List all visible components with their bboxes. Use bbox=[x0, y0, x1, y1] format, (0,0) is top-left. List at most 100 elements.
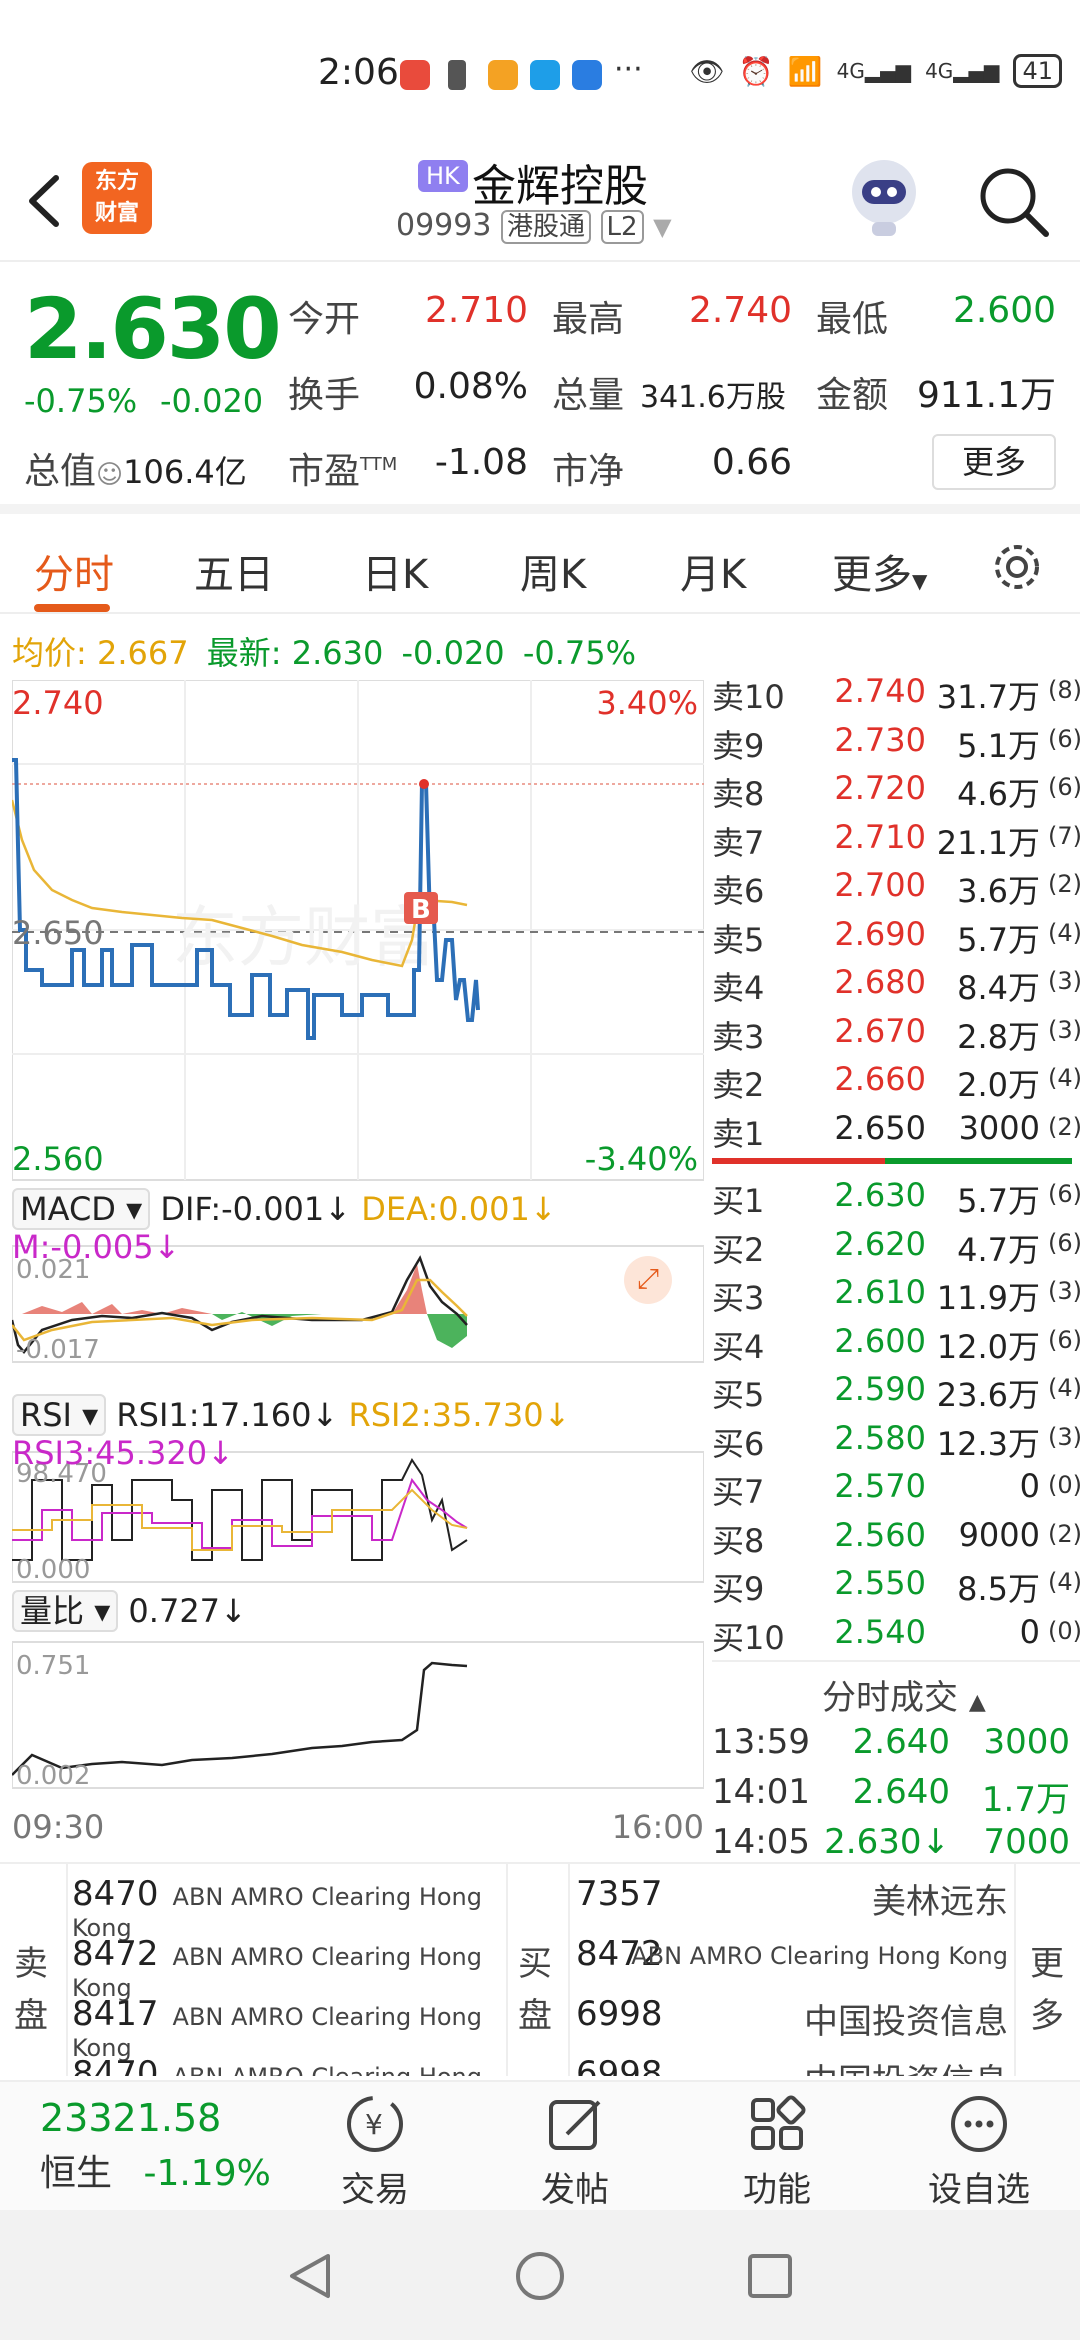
avg-price-bar: 均价: 2.667 最新: 2.630 -0.020 -0.75% bbox=[12, 628, 636, 674]
bid-row[interactable]: 买10 2.540 0 (0) bbox=[712, 1613, 1080, 1661]
open-value: 2.710 bbox=[424, 290, 528, 331]
macd-y-bottom: -0.017 bbox=[16, 1335, 100, 1365]
macd-select[interactable]: MACD ▾ bbox=[12, 1188, 151, 1230]
expand-icon[interactable]: ⤢ bbox=[624, 1256, 672, 1304]
high-label: 最高 bbox=[552, 299, 625, 340]
ask-row[interactable]: 卖6 2.700 3.6万 (2) bbox=[712, 866, 1080, 914]
rsi-select[interactable]: RSI ▾ bbox=[12, 1394, 107, 1436]
volratio-select[interactable]: 量比 ▾ bbox=[12, 1590, 119, 1632]
ask-row[interactable]: 卖4 2.680 8.4万 (3) bbox=[712, 963, 1080, 1011]
index-ticker[interactable]: 23321.58 恒生 -1.19% bbox=[40, 2096, 271, 2196]
bid-row[interactable]: 买4 2.600 12.0万 (6) bbox=[712, 1322, 1080, 1370]
level-label: 卖7 bbox=[712, 823, 765, 862]
last-chg: -0.020 bbox=[401, 634, 505, 672]
rsi-header: RSI ▾ RSI1:17.160↓ RSI2:35.730↓ RSI3:45.… bbox=[12, 1394, 571, 1472]
trade-volume: 7000 bbox=[983, 1822, 1070, 1862]
high-value: 2.740 bbox=[688, 290, 792, 331]
level-label: 买10 bbox=[712, 1618, 785, 1657]
ask-row[interactable]: 卖5 2.690 5.7万 (4) bbox=[712, 915, 1080, 963]
caret-up-icon: ▲ bbox=[968, 1690, 986, 1715]
low-label: 最低 bbox=[816, 299, 889, 340]
nav-functions[interactable]: 功能 bbox=[712, 2092, 842, 2211]
tab-weekly-k[interactable]: 周K bbox=[520, 542, 586, 600]
level-volume: 11.9万 bbox=[936, 1279, 1040, 1317]
turnover-label: 换手 bbox=[288, 375, 361, 416]
ask-row[interactable]: 卖3 2.670 2.8万 (3) bbox=[712, 1012, 1080, 1060]
y-axis-top: 2.740 bbox=[12, 684, 104, 722]
level-price: 2.740 bbox=[834, 672, 926, 710]
bid-row[interactable]: 买5 2.590 23.6万 (4) bbox=[712, 1370, 1080, 1418]
level-volume: 9000 bbox=[958, 1515, 1040, 1554]
level-volume: 12.0万 bbox=[936, 1327, 1040, 1366]
bid-row[interactable]: 买3 2.610 11.9万 (3) bbox=[712, 1273, 1080, 1321]
level-volume: 4.6万 bbox=[957, 775, 1040, 813]
level-price: 2.550 bbox=[834, 1564, 926, 1602]
intraday-chart-area[interactable]: 东方财富 B 2.740 2.650 2.560 3.40% -3.40% 0.… bbox=[10, 679, 705, 1850]
bid-row[interactable]: 买6 2.580 12.3万 (3) bbox=[712, 1419, 1080, 1467]
level-order-count: (4) bbox=[1048, 1064, 1080, 1092]
ask-row[interactable]: 卖7 2.710 21.1万 (7) bbox=[712, 818, 1080, 866]
assistant-robot-icon[interactable] bbox=[846, 156, 922, 240]
volume-value: 341.6万股 bbox=[640, 380, 786, 415]
ask-row[interactable]: 卖2 2.660 2.0万 (4) bbox=[712, 1060, 1080, 1108]
market-cap[interactable]: 总值☺106.4亿 bbox=[24, 442, 247, 494]
ask-row[interactable]: 卖9 2.730 5.1万 (6) bbox=[712, 721, 1080, 769]
level-order-count: (3) bbox=[1048, 1277, 1080, 1305]
broker-id: 7357 bbox=[576, 1874, 663, 1914]
level-order-count: (8) bbox=[1048, 676, 1080, 704]
broker-more-button[interactable]: 更多 bbox=[1030, 1938, 1064, 2042]
tab-five-day[interactable]: 五日 bbox=[194, 542, 274, 600]
back-triangle-icon[interactable] bbox=[284, 2250, 336, 2302]
broker-name: ABN AMRO Clearing Hong Kong bbox=[631, 1942, 1008, 1970]
buy-side-label: 买盘 bbox=[518, 1944, 552, 2036]
video-app-icon bbox=[488, 60, 518, 90]
app-logo[interactable]: 东方 财富 bbox=[82, 162, 152, 234]
tab-daily-k[interactable]: 日K bbox=[362, 542, 428, 600]
level-volume: 23.6万 bbox=[936, 1376, 1040, 1414]
level-label: 卖6 bbox=[712, 872, 765, 910]
chart-settings-button[interactable] bbox=[990, 540, 1044, 598]
nav-post[interactable]: 发帖 bbox=[510, 2092, 640, 2211]
level-label: 买9 bbox=[712, 1570, 765, 1608]
level-volume: 0 bbox=[1019, 1467, 1040, 1505]
level-order-count: (0) bbox=[1048, 1616, 1080, 1645]
back-button[interactable] bbox=[18, 166, 74, 236]
trade-volume: 1.7万 bbox=[981, 1780, 1070, 1820]
broker-queue[interactable]: 卖盘 买盘 更多 8470 ABN AMRO Clearing Hong Kong… bbox=[0, 1862, 1080, 2076]
nav-add-watchlist[interactable]: 设自选 bbox=[914, 2092, 1044, 2211]
stock-code-row[interactable]: 09993 港股通 L2 ▼ bbox=[396, 206, 672, 244]
ask-row[interactable]: 卖10 2.740 31.7万 (8) bbox=[712, 672, 1080, 720]
trade-price: 2.630↓ bbox=[824, 1822, 950, 1862]
level-volume: 2.8万 bbox=[957, 1017, 1040, 1056]
quote-more-button[interactable]: 更多 bbox=[932, 434, 1056, 490]
nav-trade[interactable]: ¥ 交易 bbox=[310, 2092, 440, 2211]
bid-row[interactable]: 买2 2.620 4.7万 (6) bbox=[712, 1225, 1080, 1273]
bid-row[interactable]: 买1 2.630 5.7万 (6) bbox=[712, 1176, 1080, 1224]
level-order-count: (4) bbox=[1048, 918, 1080, 947]
tab-more[interactable]: 更多▼ bbox=[832, 542, 927, 600]
level-label: 买6 bbox=[712, 1424, 765, 1463]
level-order-count: (6) bbox=[1048, 1325, 1080, 1354]
amount-value: 911.1万 bbox=[916, 375, 1056, 416]
time-end: 16:00 bbox=[612, 1808, 704, 1846]
search-button[interactable] bbox=[974, 162, 1054, 242]
last-label: 最新: bbox=[206, 634, 282, 672]
bid-row[interactable]: 买7 2.570 0 (0) bbox=[712, 1467, 1080, 1515]
broker-id: 8470 bbox=[72, 1874, 159, 1914]
bid-row[interactable]: 买8 2.560 9000 (2) bbox=[712, 1516, 1080, 1564]
recents-square-icon[interactable] bbox=[744, 2250, 796, 2302]
sell-broker-row: 8472 ABN AMRO Clearing Hong Kong bbox=[72, 1934, 502, 2002]
level-volume: 5.1万 bbox=[957, 726, 1040, 765]
ask-row[interactable]: 卖8 2.720 4.6万 (6) bbox=[712, 769, 1080, 817]
tab-monthly-k[interactable]: 月K bbox=[680, 542, 746, 600]
bid-row[interactable]: 买9 2.550 8.5万 (4) bbox=[712, 1564, 1080, 1612]
tab-intraday[interactable]: 分时 bbox=[34, 542, 114, 600]
search-app-icon bbox=[530, 60, 560, 90]
ask-row[interactable]: 卖1 2.650 3000 (2) bbox=[712, 1109, 1080, 1157]
broker-name: 美林远东 bbox=[872, 1882, 1008, 1922]
trade-icon: ¥ bbox=[347, 2096, 403, 2152]
bulb-app-icon bbox=[572, 60, 602, 90]
home-circle-icon[interactable] bbox=[514, 2250, 566, 2302]
level-label: 买5 bbox=[712, 1376, 765, 1414]
level-label: 卖2 bbox=[712, 1066, 765, 1104]
